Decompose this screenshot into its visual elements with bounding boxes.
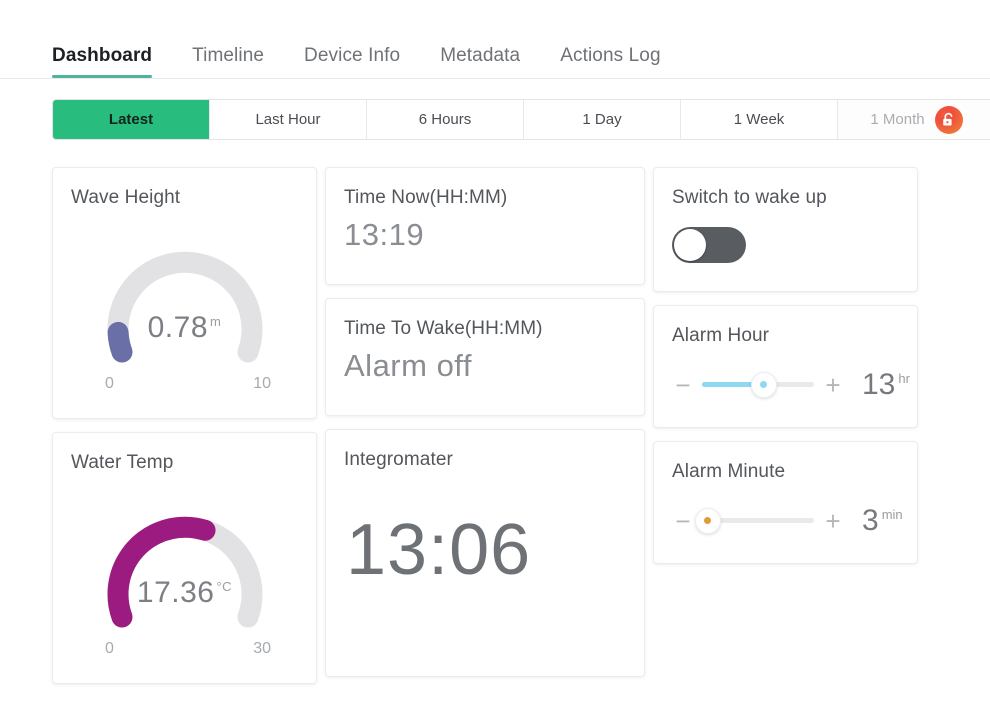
card-alarm-hour: Alarm Hour − + 13 hr: [653, 305, 918, 428]
alarm-hour-decrement-button[interactable]: −: [672, 372, 694, 398]
range-6-hours[interactable]: 6 Hours: [367, 100, 524, 139]
tab-timeline-label: Timeline: [192, 45, 265, 66]
alarm-minute-slider-handle[interactable]: [694, 507, 721, 534]
range-last-hour[interactable]: Last Hour: [210, 100, 367, 139]
time-range-selector: Latest Last Hour 6 Hours 1 Day 1 Week 1 …: [52, 99, 990, 140]
alarm-hour-handle-dot: [760, 381, 768, 389]
column-gauges: Wave Height 0.78 m 0 10 Water Temp 17.36…: [52, 167, 317, 697]
wave-height-number: 0.78: [147, 310, 209, 344]
card-integromater: Integromater 13:06: [325, 429, 645, 677]
card-time-to-wake-title: Time To Wake(HH:MM): [344, 318, 543, 339]
wave-height-unit: m: [210, 313, 222, 329]
tab-dashboard-label: Dashboard: [52, 45, 153, 66]
column-times: Time Now(HH:MM) 13:19 Time To Wake(HH:MM…: [325, 167, 645, 690]
card-wave-height-title: Wave Height: [71, 187, 181, 208]
water-temp-max: 30: [253, 639, 271, 657]
column-controls: Switch to wake up Alarm Hour − + 13 hr A…: [653, 167, 918, 577]
tab-timeline[interactable]: Timeline: [192, 46, 264, 78]
switch-wake-knob: [674, 228, 706, 261]
water-temp-gauge: 17.36 °C 0 30: [53, 474, 316, 664]
water-temp-min: 0: [105, 639, 114, 657]
alarm-hour-number: 13: [862, 367, 896, 401]
alarm-minute-number: 3: [862, 503, 879, 537]
wave-height-min: 0: [105, 374, 114, 392]
card-time-now-title: Time Now(HH:MM): [344, 187, 508, 208]
tab-metadata-label: Metadata: [440, 45, 521, 66]
tab-dashboard[interactable]: Dashboard: [52, 45, 153, 78]
alarm-minute-increment-button[interactable]: +: [822, 508, 844, 534]
alarm-hour-value: 13 hr: [862, 368, 910, 402]
alarm-hour-unit: hr: [898, 370, 910, 386]
tab-device-info-label: Device Info: [304, 45, 401, 66]
tab-metadata[interactable]: Metadata: [440, 46, 520, 78]
alarm-minute-control: − + 3 min: [654, 483, 917, 543]
card-alarm-minute-title: Alarm Minute: [672, 461, 786, 482]
range-1-week-label: 1 Week: [733, 111, 785, 128]
switch-wake-toggle[interactable]: [672, 226, 746, 263]
range-1-month-label: 1 Month: [870, 111, 925, 128]
range-last-hour-label: Last Hour: [255, 111, 321, 128]
main-nav-tabs: Dashboard Timeline Device Info Metadata …: [0, 0, 990, 79]
alarm-minute-slider[interactable]: [694, 507, 814, 534]
alarm-hour-slider-handle[interactable]: [750, 371, 777, 398]
card-switch-wake-title: Switch to wake up: [672, 187, 827, 208]
range-1-day[interactable]: 1 Day: [524, 100, 681, 139]
unlock-icon: [934, 105, 963, 134]
card-switch-wake: Switch to wake up: [653, 167, 918, 292]
alarm-minute-decrement-button[interactable]: −: [672, 508, 694, 534]
range-1-month[interactable]: 1 Month: [838, 100, 990, 139]
range-1-day-label: 1 Day: [582, 111, 622, 128]
wave-height-value: 0.78 m: [53, 311, 316, 345]
wave-height-gauge: 0.78 m 0 10: [53, 209, 316, 399]
card-alarm-hour-title: Alarm Hour: [672, 325, 770, 346]
card-wave-height: Wave Height 0.78 m 0 10: [52, 167, 317, 419]
card-water-temp-title: Water Temp: [71, 452, 174, 473]
time-now-value: 13:19: [344, 216, 425, 252]
alarm-minute-value: 3 min: [862, 504, 903, 538]
wave-height-max: 10: [253, 374, 271, 392]
integromater-value: 13:06: [346, 509, 532, 590]
water-temp-unit: °C: [216, 578, 233, 594]
card-time-to-wake: Time To Wake(HH:MM) Alarm off: [325, 298, 645, 416]
tab-actions-log-label: Actions Log: [560, 45, 661, 66]
card-alarm-minute: Alarm Minute − + 3 min: [653, 441, 918, 564]
tab-device-info[interactable]: Device Info: [304, 46, 400, 78]
range-latest[interactable]: Latest: [53, 100, 210, 139]
range-latest-label: Latest: [108, 111, 154, 128]
alarm-hour-increment-button[interactable]: +: [822, 372, 844, 398]
alarm-hour-control: − + 13 hr: [654, 347, 917, 407]
time-to-wake-value: Alarm off: [344, 347, 472, 383]
card-time-now: Time Now(HH:MM) 13:19: [325, 167, 645, 285]
alarm-minute-unit: min: [881, 506, 903, 522]
water-temp-value: 17.36 °C: [53, 576, 316, 610]
card-integromater-title: Integromater: [344, 449, 453, 470]
card-water-temp: Water Temp 17.36 °C 0 30: [52, 432, 317, 684]
dashboard-page: Dashboard Timeline Device Info Metadata …: [0, 0, 990, 712]
alarm-minute-handle-dot: [704, 517, 712, 525]
range-1-week[interactable]: 1 Week: [681, 100, 838, 139]
tab-actions-log[interactable]: Actions Log: [560, 46, 660, 78]
alarm-hour-slider[interactable]: [702, 371, 814, 398]
range-6-hours-label: 6 Hours: [418, 111, 472, 128]
water-temp-number: 17.36: [136, 575, 215, 609]
